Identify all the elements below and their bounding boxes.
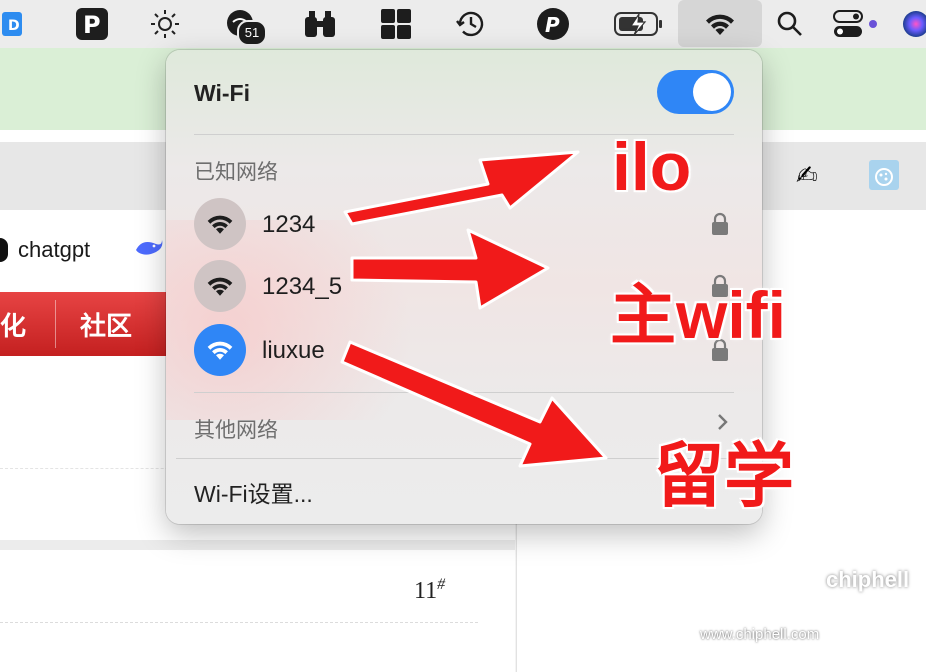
annotation-arrows: [340, 150, 608, 468]
arrow-to-main-wifi: [350, 228, 550, 310]
watermark-url: www.chiphell.com: [700, 626, 820, 643]
arrow-to-ilo: [343, 150, 580, 226]
chiphell-logo: chiphell: [826, 567, 910, 592]
annotation-liuxue: 留学: [654, 437, 794, 515]
annotation-main-wifi: 主wifi: [610, 278, 786, 352]
arrow-to-liuxue: [340, 340, 608, 468]
annotation-ilo: ilo: [612, 129, 692, 205]
